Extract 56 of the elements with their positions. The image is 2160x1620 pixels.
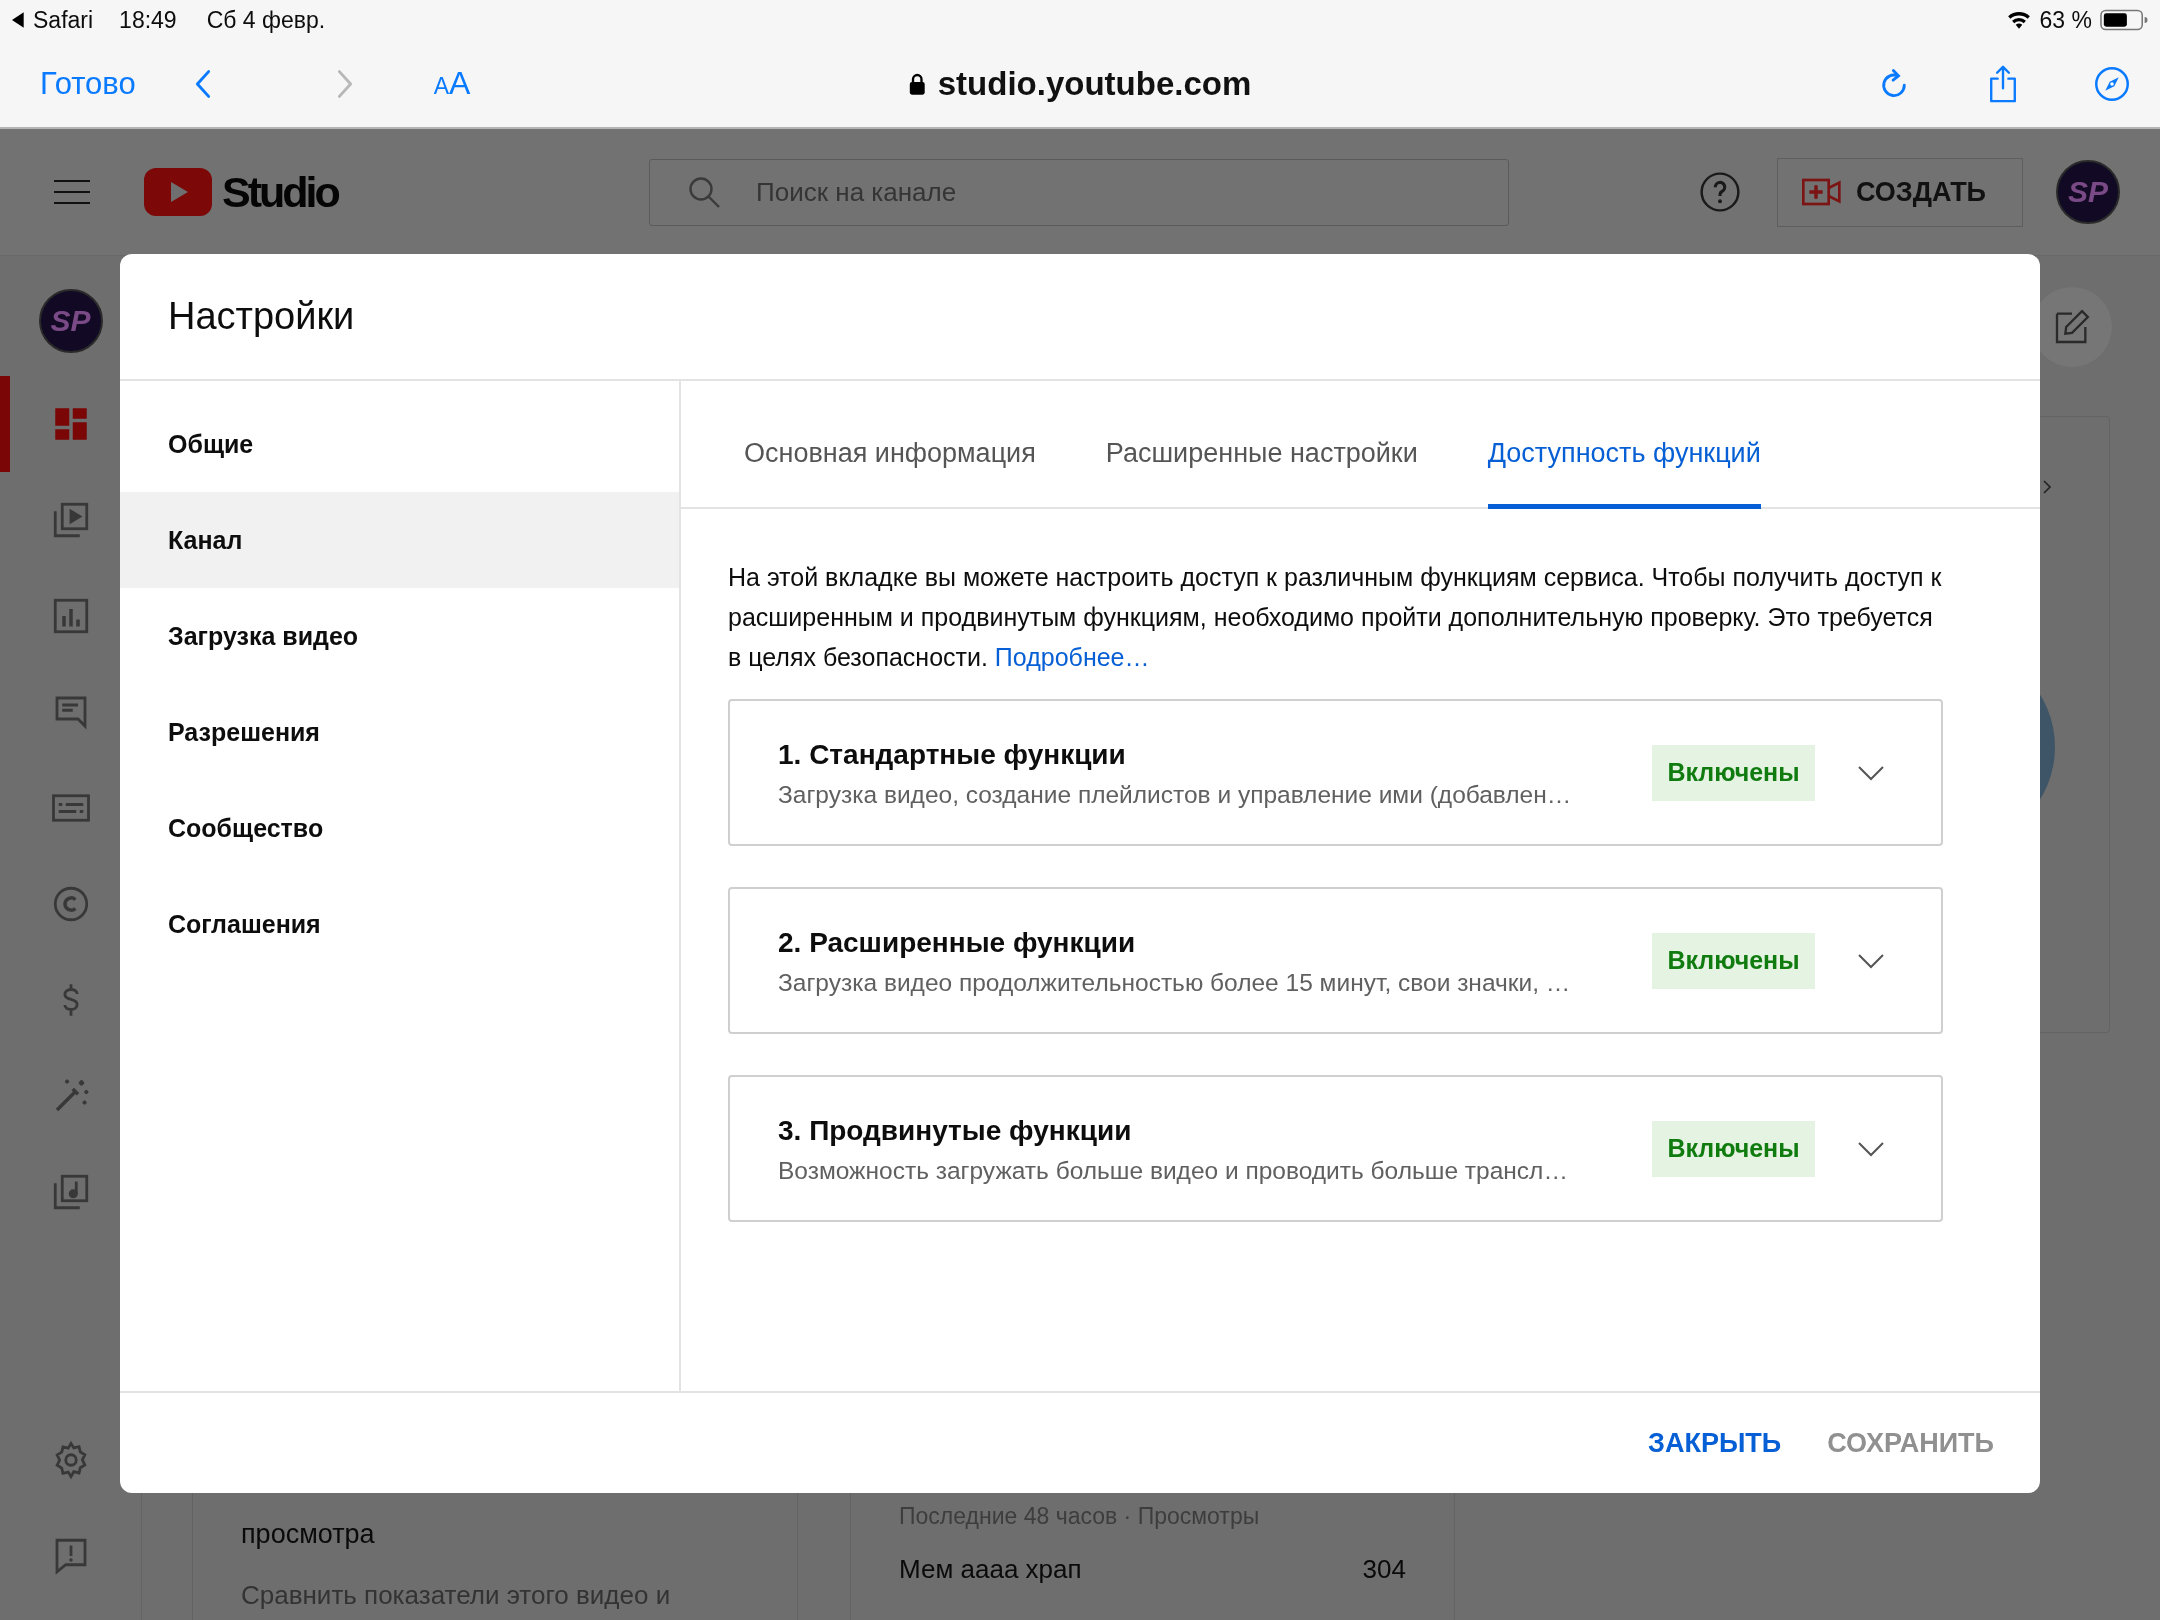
feature-title: 2. Расширенные функции: [778, 925, 1137, 960]
chevron-right-icon: [335, 67, 354, 100]
nav-item[interactable]: Разрешения: [120, 684, 679, 780]
tab[interactable]: Доступность функций: [1487, 381, 1761, 509]
feature-card[interactable]: 1. Стандартные функции Загрузка видео, создание плейлистов и управление ими (добавлен… Включены: [728, 699, 1943, 846]
back-app-label[interactable]: Safari: [33, 6, 94, 34]
nav-item[interactable]: Общие: [120, 396, 679, 492]
video-plus-icon: [1802, 177, 1842, 207]
feature-card[interactable]: 3. Продвинутые функции Возможность загружать больше видео и проводить больше трансл… Включены: [728, 1075, 1943, 1222]
help-icon[interactable]: [1699, 171, 1741, 213]
logo-text[interactable]: Studio: [222, 167, 338, 217]
dialog-button[interactable]: ЗАКРЫТЬ: [1648, 1427, 1782, 1459]
tab[interactable]: Расширенные настройки: [1105, 381, 1418, 509]
nav-item[interactable]: Соглашения: [120, 876, 679, 972]
tab[interactable]: Основная информация: [744, 381, 1036, 509]
learn-more-link[interactable]: Подробнее…: [994, 643, 1150, 671]
feature-title: 1. Стандартные функции: [778, 737, 1127, 772]
status-badge: Включены: [1652, 744, 1815, 801]
status-time: 18:49: [119, 6, 177, 34]
wifi-icon: [2005, 10, 2032, 30]
feature-summary: Загрузка видео продолжительностью более 15 минут, свои значки, …: [778, 968, 1572, 997]
done-button[interactable]: Готово: [40, 65, 136, 102]
feature-summary: Загрузка видео, создание плейлистов и управление ими (добавлен…: [778, 780, 1573, 809]
nav-item[interactable]: Канал: [120, 492, 679, 588]
status-date: Сб 4 февр.: [206, 6, 326, 34]
view-count: 304: [1362, 1554, 1406, 1585]
chevron-right-icon[interactable]: [2042, 480, 2052, 494]
create-button[interactable]: СОЗДАТЬ: [1777, 157, 2023, 227]
chevron-left-icon: [193, 67, 212, 100]
feature-title: 3. Продвинутые функции: [778, 1113, 1133, 1148]
description-text: На этой вкладке вы можете настроить доступ к различным функциям сервиса. Чтобы получить доступ к расширенным и продвинутым функциям, необходимо пройти дополнительную проверку. Это требуется в целях безопасности. Подробнее…: [728, 562, 1943, 673]
menu-icon[interactable]: [54, 179, 90, 205]
compass-icon[interactable]: [2094, 65, 2130, 102]
url-text[interactable]: studio.youtube.com: [937, 64, 1252, 103]
play-logo-icon: [144, 168, 212, 216]
chevron-icon[interactable]: [1857, 1140, 1885, 1157]
lock-icon: [908, 71, 926, 96]
nav-item[interactable]: Сообщество: [120, 780, 679, 876]
feature-summary: Возможность загружать больше видео и проводить больше трансл…: [778, 1156, 1569, 1185]
metric-title: просмотра: [241, 1518, 376, 1551]
nav-item[interactable]: Загрузка видео: [120, 588, 679, 684]
chevron-icon[interactable]: [1857, 952, 1885, 969]
dialog-title: Настройки: [168, 295, 355, 338]
status-badge: Включены: [1652, 1120, 1815, 1177]
battery-icon: [2100, 9, 2148, 31]
feature-card[interactable]: 2. Расширенные функции Загрузка видео продолжительностью более 15 минут, свои значки, … Включены: [728, 887, 1943, 1034]
back-arrow-icon: [12, 12, 25, 28]
battery-percent: 63 %: [2039, 6, 2092, 34]
search-icon: [686, 174, 722, 210]
text-size-button[interactable]: AA: [433, 65, 471, 102]
status-badge: Включены: [1652, 932, 1815, 989]
metric-text: Сравнить показатели этого видео и: [241, 1580, 672, 1611]
video-title[interactable]: Мем аааа храп: [899, 1554, 1082, 1585]
chevron-icon[interactable]: [1857, 764, 1885, 781]
search-field[interactable]: Поиск на канале: [649, 158, 1509, 226]
search-input[interactable]: Поиск на канале: [754, 175, 1358, 209]
